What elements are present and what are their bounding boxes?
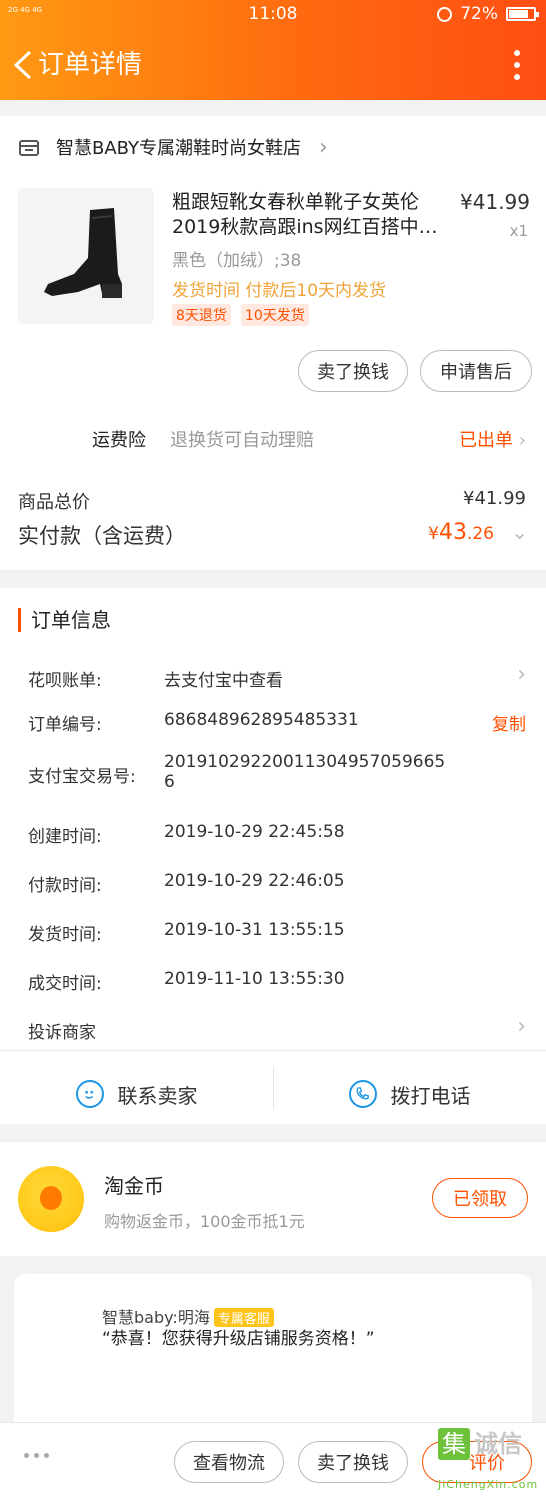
tag-return: 8天退货 — [172, 304, 231, 326]
order-info-title: 订单信息 — [18, 608, 111, 632]
store-icon — [19, 140, 39, 156]
coin-title: 淘金币 — [104, 1174, 164, 1198]
paid-value: ¥43.26 — [428, 520, 494, 545]
sell-exchange-bottom-button[interactable]: 卖了换钱 — [298, 1441, 408, 1483]
product-title[interactable]: 粗跟短靴女春秋单靴子女英伦2019秋款高跟ins网红百搭中… — [172, 190, 440, 240]
copy-button[interactable]: 复制 — [492, 710, 526, 735]
chat-icon — [75, 1080, 104, 1108]
contact-seller-button[interactable]: 联系卖家 — [0, 1064, 273, 1124]
order-number-value: 686848962895485331 — [164, 710, 359, 730]
complain-seller-link[interactable]: 投诉商家 — [28, 1018, 96, 1043]
paid-time-value: 2019-10-29 22:46:05 — [164, 871, 345, 891]
created-time-label: 创建时间: — [28, 827, 102, 847]
goods-total-label: 商品总价 — [18, 492, 90, 513]
order-number-label: 订单编号: — [28, 715, 102, 735]
back-icon[interactable] — [10, 48, 40, 82]
sell-exchange-button[interactable]: 卖了换钱 — [298, 350, 408, 392]
chevron-right-icon[interactable]: › — [517, 1014, 526, 1039]
alarm-icon — [437, 6, 453, 22]
view-logistics-button[interactable]: 查看物流 — [174, 1441, 284, 1483]
shop-link[interactable]: 智慧BABY专属潮鞋时尚女鞋店 › — [18, 132, 328, 162]
divider — [273, 1066, 274, 1110]
top-bar: 2G 4G 4G 11:08 72% 订单详情 — [0, 0, 546, 100]
call-phone-button[interactable]: 拨打电话 — [273, 1064, 546, 1124]
shipping-time: 发货时间 付款后10天内发货 — [172, 281, 387, 301]
insurance-desc: 退换货可自动理赔 — [170, 430, 314, 451]
coin-desc: 购物返金币，100金币抵1元 — [104, 1212, 305, 1231]
huabei-label: 花呗账单: — [28, 671, 102, 691]
divider — [0, 1050, 546, 1051]
huabei-link[interactable]: 去支付宝中查看 — [164, 666, 283, 691]
battery-percent: 72% — [460, 4, 498, 24]
chat-message: “恭喜！您获得升级店铺服务资格！” — [102, 1329, 375, 1349]
created-time-value: 2019-10-29 22:45:58 — [164, 822, 345, 842]
watermark: 集 诚信 JiChengXin.com — [428, 1424, 540, 1500]
watermark-logo: 集 — [438, 1428, 470, 1460]
product-variant: 黑色（加绒）;38 — [172, 251, 302, 271]
goods-total-value: ¥41.99 — [463, 488, 526, 509]
chevron-right-icon: › — [518, 430, 526, 451]
shipped-time-label: 发货时间: — [28, 925, 102, 945]
coin-claimed-button[interactable]: 已领取 — [432, 1178, 528, 1218]
product-image[interactable] — [18, 188, 154, 324]
shop-name: 智慧BABY专属潮鞋时尚女鞋店 — [56, 138, 302, 159]
insurance-label: 运费险 — [92, 430, 146, 451]
watermark-url: JiChengXin.com — [438, 1478, 539, 1491]
battery-fill — [509, 10, 528, 18]
deal-time-label: 成交时间: — [28, 974, 102, 994]
tag-ship: 10天发货 — [240, 304, 309, 326]
status-right: 72% — [437, 4, 539, 24]
order-info-card: 订单信息 花呗账单: 去支付宝中查看 › 订单编号: 6868489628954… — [0, 588, 546, 1124]
page-title: 订单详情 — [38, 50, 143, 80]
chevron-right-icon[interactable]: › — [517, 662, 526, 687]
boot-icon — [44, 208, 122, 298]
nav-row: 订单详情 — [0, 40, 546, 90]
after-sale-button[interactable]: 申请售后 — [420, 350, 532, 392]
more-icon[interactable] — [514, 50, 522, 80]
freight-insurance-row[interactable]: 运费险 退换货可自动理赔 已出单 › — [0, 424, 546, 456]
order-product-card: 智慧BABY专属潮鞋时尚女鞋店 › 粗跟短靴女春秋单靴子女英伦2019秋款高跟i… — [0, 116, 546, 570]
chevron-right-icon: › — [319, 134, 328, 160]
paid-label: 实付款（含运费） — [18, 524, 186, 548]
deal-time-value: 2019-11-10 13:55:30 — [164, 969, 345, 989]
watermark-text: 诚信 — [474, 1430, 522, 1458]
more-dots-icon[interactable] — [24, 1453, 49, 1458]
alipay-trade-value: 20191029220011304957059665 6 — [164, 752, 446, 792]
product-price: ¥41.99 — [460, 190, 530, 214]
alipay-trade-label: 支付宝交易号: — [28, 767, 136, 787]
service-tags: 8天退货 10天发货 — [172, 304, 309, 326]
gold-coin-icon — [18, 1166, 84, 1232]
chat-card[interactable]: 智慧baby:明海 专属客服 “恭喜！您获得升级店铺服务资格！” — [14, 1274, 532, 1434]
insurance-status: 已出单 › — [459, 430, 526, 451]
battery-icon — [506, 7, 539, 21]
shipped-time-value: 2019-10-31 13:55:15 — [164, 920, 345, 940]
product-quantity: x1 — [509, 222, 528, 240]
chevron-down-icon[interactable]: ⌄ — [511, 520, 528, 544]
taojinbi-card: 淘金币 购物返金币，100金币抵1元 已领取 — [0, 1142, 546, 1256]
phone-icon — [348, 1080, 377, 1108]
status-bar: 2G 4G 4G 11:08 72% — [0, 0, 546, 30]
call-phone-label: 拨打电话 — [390, 1083, 471, 1108]
paid-time-label: 付款时间: — [28, 876, 102, 896]
contact-seller-label: 联系卖家 — [117, 1083, 198, 1108]
